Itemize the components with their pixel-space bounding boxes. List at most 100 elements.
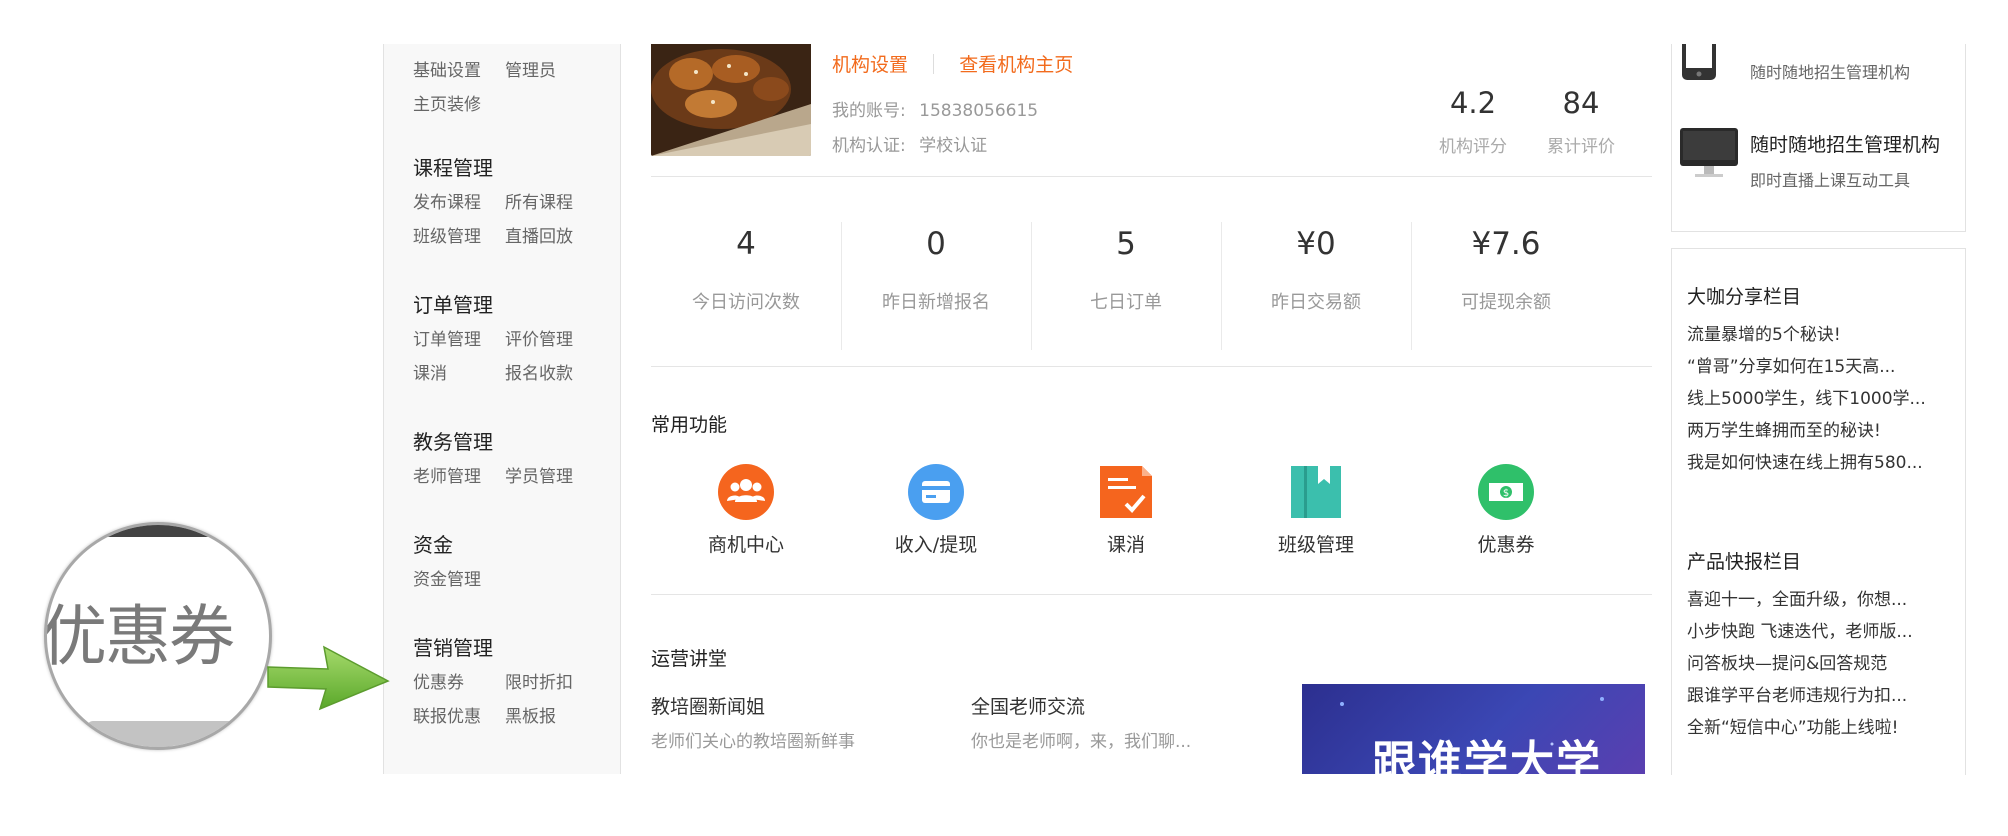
sidebar-item-admins[interactable]: 管理员 (505, 54, 556, 88)
list-item[interactable]: 两万学生蜂拥而至的秘诀! (1687, 415, 1949, 447)
stat-value: 4 (736, 226, 756, 262)
list-item[interactable]: 线上5000学生，线下1000学... (1687, 383, 1949, 415)
feature-label: 商机中心 (707, 534, 784, 556)
link-divider (933, 54, 935, 74)
list-item[interactable]: 跟谁学平台老师违规行为扣... (1687, 680, 1949, 712)
zoom-magnifier: 优惠券 (44, 522, 272, 750)
divider (651, 366, 1652, 367)
org-links: 机构设置 查看机构主页 (832, 50, 1073, 77)
sidebar-item-live-replay[interactable]: 直播回放 (505, 220, 573, 254)
view-org-homepage-link[interactable]: 查看机构主页 (959, 54, 1073, 76)
sidebar-item-review-management[interactable]: 评价管理 (505, 323, 573, 357)
sidebar-item-class-management[interactable]: 班级管理 (413, 220, 505, 254)
sidebar-group-course: 课程管理 发布课程 所有课程 班级管理 直播回放 (413, 154, 573, 254)
sidebar-item-fund-management[interactable]: 资金管理 (413, 563, 481, 597)
phone-icon (1682, 32, 1716, 84)
sidebar-row: 发布课程 所有课程 (413, 186, 573, 220)
account-label: 我的账号: (832, 101, 906, 121)
stat-yesterday-revenue: ¥0 昨日交易额 (1221, 222, 1411, 314)
sidebar-group-orders: 订单管理 订单管理 评价管理 课消 报名收款 (413, 291, 573, 391)
sidebar-item-homepage-decor[interactable]: 主页装修 (413, 88, 481, 122)
feature-income-withdraw[interactable]: 收入/提现 (861, 464, 1011, 557)
stat-seven-day-orders: 5 七日订单 (1031, 222, 1221, 314)
magnified-fragment (103, 525, 227, 537)
lecture-item-title: 教培圈新闻姐 (651, 696, 766, 718)
list-item[interactable]: 我是如何快速在线上拥有580... (1687, 447, 1949, 479)
lecture-item[interactable]: 全国老师交流 你也是老师啊，来，我们聊... (971, 692, 1191, 752)
share-section-title: 大咖分享栏目 (1687, 286, 1802, 308)
org-reviews: 84 累计评价 (1539, 86, 1623, 157)
sidebar-item-blackboard[interactable]: 黑板报 (505, 700, 556, 734)
share-list: 流量暴增的5个秘诀! “曾哥”分享如何在15天高... 线上5000学生，线下1… (1687, 319, 1949, 479)
sidebar-group-title: 资金 (413, 533, 453, 557)
sidebar-item-teacher-management[interactable]: 老师管理 (413, 460, 505, 494)
lecture-item-desc: 老师们关心的教培圈新鲜事 (651, 732, 855, 752)
info-panel: 大咖分享栏目 流量暴增的5个秘诀! “曾哥”分享如何在15天高... 线上500… (1671, 248, 1966, 775)
stat-new-enrollments: 0 昨日新增报名 (841, 222, 1031, 314)
org-thumbnail[interactable] (651, 44, 811, 156)
feature-lesson-consumption[interactable]: 课消 (1051, 464, 1201, 557)
stat-label: 今日访问次数 (692, 292, 800, 313)
feature-label: 课消 (1106, 534, 1145, 556)
stat-label: 可提现余额 (1461, 292, 1551, 313)
features-title: 常用功能 (651, 414, 728, 436)
feature-business-center[interactable]: 商机中心 (671, 464, 821, 557)
stat-value: 0 (926, 226, 946, 262)
divider (651, 176, 1652, 177)
org-settings-link[interactable]: 机构设置 (832, 54, 908, 76)
monitor-icon (1680, 128, 1738, 188)
list-item[interactable]: 全新“短信中心”功能上线啦! (1687, 712, 1949, 744)
sidebar-row: 基础设置 管理员 (413, 54, 556, 88)
banner-text: 跟谁学大学 (1372, 737, 1602, 774)
share-section: 大咖分享栏目 流量暴增的5个秘诀! “曾哥”分享如何在15天高... 线上500… (1687, 282, 1949, 479)
sidebar-item-all-courses[interactable]: 所有课程 (505, 186, 573, 220)
lecture-banner[interactable]: 跟谁学大学 (1302, 684, 1645, 774)
list-item[interactable]: 流量暴增的5个秘诀! (1687, 319, 1949, 351)
stat-label: 昨日交易额 (1271, 292, 1361, 313)
reviews-value: 84 (1562, 86, 1600, 120)
lecture-item[interactable]: 教培圈新闻姐 老师们关心的教培圈新鲜事 (651, 692, 855, 752)
app-promo-desc: 随时随地招生管理机构 (1750, 63, 1911, 82)
feature-label: 优惠券 (1477, 534, 1535, 556)
svg-text:$: $ (1503, 488, 1509, 499)
sidebar-group-marketing: 营销管理 优惠券 限时折扣 联报优惠 黑板报 (413, 634, 573, 734)
sidebar-item-basic-settings[interactable]: 基础设置 (413, 54, 505, 88)
lecture-item-desc: 你也是老师啊，来，我们聊... (971, 732, 1192, 752)
news-list: 喜迎十一，全面升级，你想... 小步快跑 飞速迭代，老师版... 问答板块—提问… (1687, 584, 1949, 744)
card-icon (908, 464, 964, 520)
stat-today-visits: 4 今日访问次数 (651, 222, 841, 314)
sidebar-row: 联报优惠 黑板报 (413, 700, 573, 734)
stat-value: ¥7.6 (1471, 226, 1541, 262)
sidebar-group-title: 教务管理 (413, 430, 493, 454)
news-section: 产品快报栏目 喜迎十一，全面升级，你想... 小步快跑 飞速迭代，老师版... … (1687, 547, 1949, 744)
sidebar-item-bundle-discount[interactable]: 联报优惠 (413, 700, 505, 734)
magnified-text: 优惠券 (44, 598, 235, 675)
sidebar-item-lesson-consumption[interactable]: 课消 (413, 357, 505, 391)
sidebar-item-student-management[interactable]: 学员管理 (505, 460, 573, 494)
sidebar-item-order-management[interactable]: 订单管理 (413, 323, 505, 357)
list-item[interactable]: “曾哥”分享如何在15天高... (1687, 351, 1949, 383)
group-icon (718, 464, 774, 520)
sidebar-row: 老师管理 学员管理 (413, 460, 573, 494)
certification-label: 机构认证: (832, 136, 906, 156)
app-promo-title[interactable]: 随时随地招生管理机构 (1750, 130, 1940, 157)
food-photo-image (651, 44, 811, 156)
org-rating: 4.2 机构评分 (1435, 86, 1511, 157)
list-item[interactable]: 小步快跑 飞速迭代，老师版... (1687, 616, 1949, 648)
feature-coupons[interactable]: $ 优惠券 (1431, 464, 1581, 557)
feature-class-management[interactable]: 班级管理 (1241, 464, 1391, 557)
sidebar-top-links: 基础设置 管理员 主页装修 (413, 54, 556, 122)
sidebar-row: 主页装修 (413, 88, 556, 122)
stat-label: 昨日新增报名 (882, 292, 990, 313)
sidebar-group-title: 订单管理 (413, 293, 493, 317)
news-section-title: 产品快报栏目 (1687, 551, 1802, 573)
sidebar-item-enrollment-payment[interactable]: 报名收款 (505, 357, 573, 391)
magnified-fragment (87, 721, 237, 747)
sidebar-item-publish-course[interactable]: 发布课程 (413, 186, 505, 220)
list-item[interactable]: 喜迎十一，全面升级，你想... (1687, 584, 1949, 616)
callout-arrow-icon (267, 645, 390, 711)
sidebar-item-flash-discount[interactable]: 限时折扣 (505, 666, 573, 700)
sidebar-group-academic: 教务管理 老师管理 学员管理 (413, 428, 573, 494)
sidebar-item-coupons[interactable]: 优惠券 (413, 666, 505, 700)
list-item[interactable]: 问答板块—提问&回答规范 (1687, 648, 1949, 680)
